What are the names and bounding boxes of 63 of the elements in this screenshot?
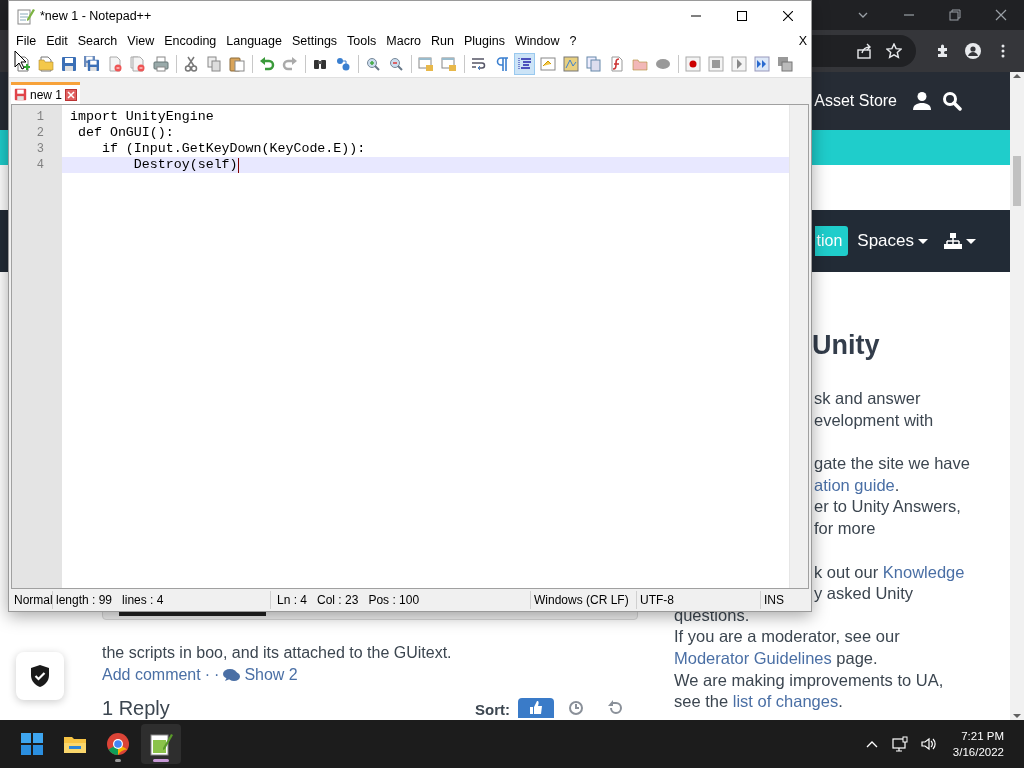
status-text: length : 99 xyxy=(56,593,113,607)
separator-dot: · xyxy=(204,665,211,685)
sidebar-text: If you are a moderator, see our xyxy=(674,626,900,648)
status-text: Normal xyxy=(14,593,53,607)
menu-item[interactable]: Macro xyxy=(381,34,427,48)
status-text: Ln : 4 xyxy=(277,593,308,607)
status-text: lines : 4 xyxy=(122,593,164,607)
status-text: INS xyxy=(764,593,784,607)
menu-item[interactable]: Edit xyxy=(41,34,73,48)
menu-item[interactable]: Settings xyxy=(286,34,343,48)
sidebar-text: evelopment with xyxy=(814,409,934,431)
nav-menu[interactable]: Spaces xyxy=(857,231,928,251)
sidebar-text: questions. xyxy=(674,604,750,626)
window-title: *new 1 - Notepad++ xyxy=(40,9,153,23)
sidebar-text: gate the site we have xyxy=(814,453,970,475)
show-comments-link[interactable]: Show 2 xyxy=(244,664,298,686)
replies-heading: 1 Reply xyxy=(102,698,170,718)
line-number: 2 xyxy=(35,125,44,141)
status-text: Col : 23 xyxy=(317,593,359,607)
menu-item[interactable]: ? xyxy=(564,34,582,48)
sidebar-heading: Unity xyxy=(812,330,881,360)
text-link[interactable]: Moderator Guidelines xyxy=(674,648,832,667)
sidebar-text: We are making improvements to UA, xyxy=(674,669,944,691)
nav-menu-label[interactable]: Spaces xyxy=(857,231,914,251)
clock-time[interactable]: 7:21 PM xyxy=(961,728,1004,744)
sidebar-text: see the list of changes. xyxy=(674,691,843,713)
line-number: 3 xyxy=(35,141,44,157)
menu-item[interactable]: Window xyxy=(509,34,565,48)
menu-item[interactable]: Language xyxy=(221,34,287,48)
asset-store-link[interactable]: Asset Store xyxy=(814,92,897,110)
sidebar-text: for more xyxy=(814,517,876,539)
sidebar-text: sk and answer xyxy=(814,388,921,409)
sidebar-text: ation guide. xyxy=(814,474,900,496)
menu-item[interactable]: File xyxy=(11,34,42,48)
separator-dot: · xyxy=(214,665,220,685)
clock-date[interactable]: 3/16/2022 xyxy=(952,744,1004,760)
sort-label: Sort: xyxy=(475,701,510,718)
menu-item[interactable]: Encoding xyxy=(159,34,222,48)
close-document-button[interactable]: X xyxy=(798,34,807,48)
code-line: import UnityEngine xyxy=(69,109,214,125)
line-number: 1 xyxy=(35,109,44,125)
sidebar-text: y asked Unity xyxy=(814,583,914,605)
status-text: UTF-8 xyxy=(640,593,674,607)
menu-item[interactable]: Run xyxy=(426,34,459,48)
sidebar-text: er to Unity Answers, xyxy=(814,496,961,518)
comment-text: the scripts in boo, and its attached to the GUitext. xyxy=(102,643,453,663)
code-line: Destroy(self) xyxy=(132,157,238,173)
menu-item[interactable]: View xyxy=(122,34,160,48)
add-comment-link[interactable]: Add comment xyxy=(102,664,201,686)
sidebar-text: k out our Knowledge xyxy=(814,561,965,583)
code-line: def OnGUI(): xyxy=(76,125,174,141)
text-link[interactable]: ation guide xyxy=(814,475,895,494)
menu-item[interactable]: Tools xyxy=(342,34,382,48)
code-line: if (Input.GetKeyDown(KeyCode.E)): xyxy=(100,141,366,157)
menu-item[interactable]: Search xyxy=(72,34,123,48)
menu-item[interactable]: Plugins xyxy=(458,34,510,48)
sidebar-text: Moderator Guidelines page. xyxy=(674,647,878,669)
text-link[interactable]: Knowledge xyxy=(882,562,965,581)
line-number: 4 xyxy=(35,157,44,173)
status-text: Pos : 100 xyxy=(368,593,420,607)
status-text: Windows (CR LF) xyxy=(534,593,629,607)
text-link[interactable]: list of changes xyxy=(732,692,839,711)
document-tab[interactable]: new 1 xyxy=(11,82,81,104)
